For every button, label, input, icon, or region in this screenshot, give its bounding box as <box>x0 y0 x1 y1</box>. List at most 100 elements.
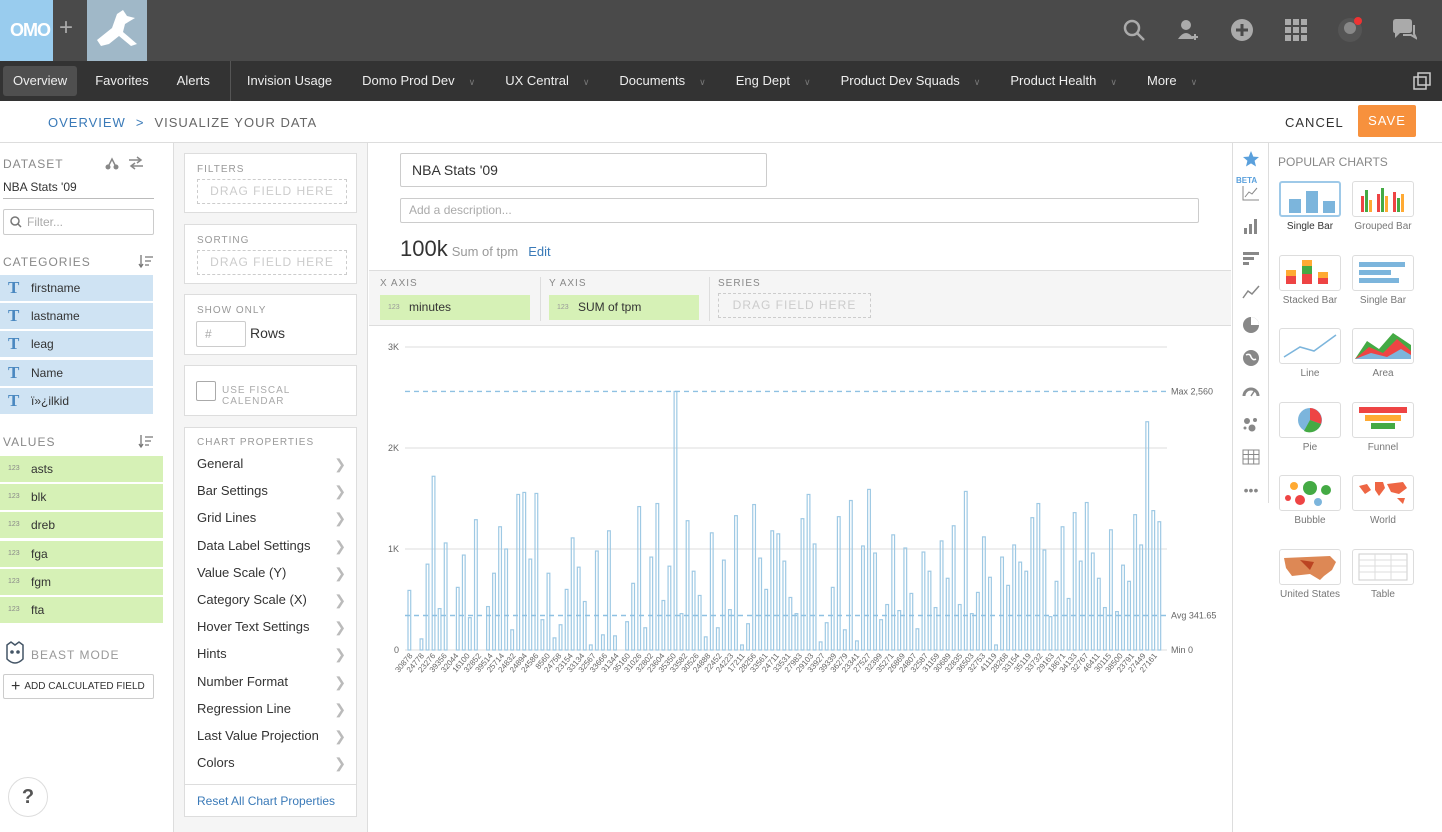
description-input[interactable]: Add a description... <box>400 198 1199 223</box>
value-field[interactable]: 123 dreb <box>0 512 163 539</box>
chart-property-value-scale-y-[interactable]: Value Scale (Y) ❯ <box>185 565 356 589</box>
cancel-button[interactable]: CANCEL <box>1285 115 1344 130</box>
value-field[interactable]: 123 fga <box>0 540 163 567</box>
breadcrumb-overview[interactable]: OVERVIEW <box>48 115 126 130</box>
reset-properties-link[interactable]: Reset All Chart Properties <box>197 794 335 808</box>
nav-tab-ux-central[interactable]: UX Central ∨ <box>495 66 599 96</box>
nav-tab-overview[interactable]: Overview <box>3 66 78 96</box>
domo-logo[interactable]: OMO <box>0 0 53 61</box>
sorting-drop-zone[interactable]: DRAG FIELD HERE <box>197 250 347 275</box>
nav-tab-more[interactable]: More ∨ <box>1137 66 1207 96</box>
value-field[interactable]: 123 fgm <box>0 568 163 595</box>
sort-icon[interactable] <box>138 254 154 273</box>
bar-chart-type-icon[interactable] <box>1241 216 1261 236</box>
series-drop-zone[interactable]: DRAG FIELD HERE <box>718 293 871 318</box>
number-type-icon: 123 <box>388 304 400 311</box>
horizontal-bar-type-icon[interactable] <box>1241 249 1261 269</box>
chart-property-general[interactable]: General ❯ <box>185 456 356 480</box>
rows-input[interactable]: # <box>196 321 246 347</box>
value-field[interactable]: 123 blk <box>0 484 163 511</box>
nav-tab-domo-prod-dev[interactable]: Domo Prod Dev ∨ <box>352 66 485 96</box>
number-type-icon: 123 <box>8 549 20 557</box>
ninja-logo-icon[interactable] <box>87 0 147 61</box>
star-icon[interactable] <box>1241 149 1261 169</box>
chart-option-world[interactable] <box>1352 475 1414 512</box>
chart-option-funnel[interactable] <box>1352 401 1414 438</box>
chart-property-category-scale-x-[interactable]: Category Scale (X) ❯ <box>185 592 356 616</box>
nav-tab-product-health[interactable]: Product Health ∨ <box>1000 66 1127 96</box>
category-field[interactable]: Tï»¿ilkid <box>0 387 153 414</box>
chart-option-label: Stacked Bar <box>1282 294 1338 306</box>
card-title-input[interactable]: NBA Stats '09 <box>400 153 767 187</box>
table-type-icon[interactable] <box>1241 447 1261 467</box>
x-axis-field[interactable]: 123 minutes <box>380 295 530 320</box>
value-field[interactable]: 123 asts <box>0 456 163 482</box>
field-name: fga <box>31 546 48 561</box>
help-button[interactable]: ? <box>8 777 48 817</box>
bubble-type-icon[interactable] <box>1241 414 1261 434</box>
category-field[interactable]: T Name <box>0 359 153 386</box>
category-field[interactable]: Tlastname <box>0 303 153 330</box>
beast-mode-label[interactable]: BEAST MODE <box>31 648 119 662</box>
chart-option-line[interactable] <box>1279 328 1341 365</box>
chart-option-single-bar[interactable] <box>1352 254 1414 291</box>
filters-drop-zone[interactable]: DRAG FIELD HERE <box>197 179 347 204</box>
chart-bar <box>800 518 805 651</box>
value-field[interactable]: 123 fta <box>0 597 163 623</box>
nav-tab-invision-usage[interactable]: Invision Usage <box>237 66 342 96</box>
filter-input[interactable]: Filter... <box>3 209 154 235</box>
chart-property-number-format[interactable]: Number Format ❯ <box>185 674 356 698</box>
nav-tab-documents[interactable]: Documents ∨ <box>609 66 715 96</box>
fiscal-calendar-checkbox[interactable] <box>196 381 216 401</box>
chart-property-grid-lines[interactable]: Grid Lines ❯ <box>185 510 356 534</box>
chart-property-last-value-projection[interactable]: Last Value Projection ❯ <box>185 728 356 752</box>
nav-tab-eng-dept[interactable]: Eng Dept ∨ <box>726 66 821 96</box>
globe-icon[interactable] <box>1241 348 1261 368</box>
chart-property-bar-settings[interactable]: Bar Settings ❯ <box>185 483 356 507</box>
chart-property-data-label-settings[interactable]: Data Label Settings ❯ <box>185 538 356 562</box>
pie-chart-type-icon[interactable] <box>1241 315 1261 335</box>
window-icon[interactable] <box>1412 71 1432 96</box>
field-name: ï»¿ilkid <box>31 393 70 408</box>
chart-option-stacked-bar[interactable] <box>1279 254 1341 291</box>
chart-option-united-states[interactable] <box>1279 549 1341 585</box>
chart-option-pie[interactable] <box>1279 401 1341 438</box>
plus-icon[interactable]: + <box>59 14 73 42</box>
nav-tab-product-dev-squads[interactable]: Product Dev Squads ∨ <box>831 66 991 96</box>
nav-tab-alerts[interactable]: Alerts <box>167 66 220 96</box>
dataset-name[interactable]: NBA Stats '09 <box>3 180 77 194</box>
y-axis-field[interactable]: 123 SUM of tpm <box>549 295 699 320</box>
dataset-link-icon[interactable] <box>104 155 120 176</box>
summary-edit-link[interactable]: Edit <box>528 244 550 259</box>
chart-bar <box>461 554 466 651</box>
nav-tab-favorites[interactable]: Favorites <box>85 66 158 96</box>
swap-icon[interactable] <box>127 155 145 176</box>
chart-option-table[interactable] <box>1352 549 1414 585</box>
chart-category-column: BETA ••• <box>1233 143 1269 503</box>
show-only-box: SHOW ONLY # Rows <box>184 294 357 355</box>
sort-icon[interactable] <box>138 434 154 453</box>
chart-option-grouped-bar[interactable] <box>1352 181 1414 217</box>
chat-icon[interactable] <box>1386 12 1422 48</box>
search-icon[interactable] <box>1116 12 1152 48</box>
gauge-icon[interactable] <box>1241 381 1261 401</box>
chart-property-regression-line[interactable]: Regression Line ❯ <box>185 701 356 725</box>
chart-property-colors[interactable]: Colors ❯ <box>185 755 356 779</box>
chart-option-single-bar[interactable] <box>1279 181 1341 217</box>
save-button[interactable]: SAVE <box>1358 105 1416 137</box>
more-icon[interactable]: ••• <box>1241 480 1261 500</box>
category-field[interactable]: Tleag <box>0 331 153 358</box>
app-grid-icon[interactable] <box>1278 12 1314 48</box>
avatar[interactable] <box>1332 12 1368 48</box>
chart-bar <box>903 547 908 651</box>
chart-property-hover-text-settings[interactable]: Hover Text Settings ❯ <box>185 619 356 643</box>
chart-option-bubble[interactable] <box>1279 475 1341 512</box>
area-chart-type-icon[interactable] <box>1241 183 1261 203</box>
category-field[interactable]: Tfirstname <box>0 275 153 301</box>
add-calculated-field-button[interactable]: + ADD CALCULATED FIELD <box>3 674 154 699</box>
add-circle-icon[interactable] <box>1224 12 1260 48</box>
chart-property-hints[interactable]: Hints ❯ <box>185 646 356 670</box>
chart-option-area[interactable] <box>1352 328 1414 365</box>
line-chart-type-icon[interactable] <box>1241 282 1261 302</box>
add-user-icon[interactable] <box>1170 12 1206 48</box>
